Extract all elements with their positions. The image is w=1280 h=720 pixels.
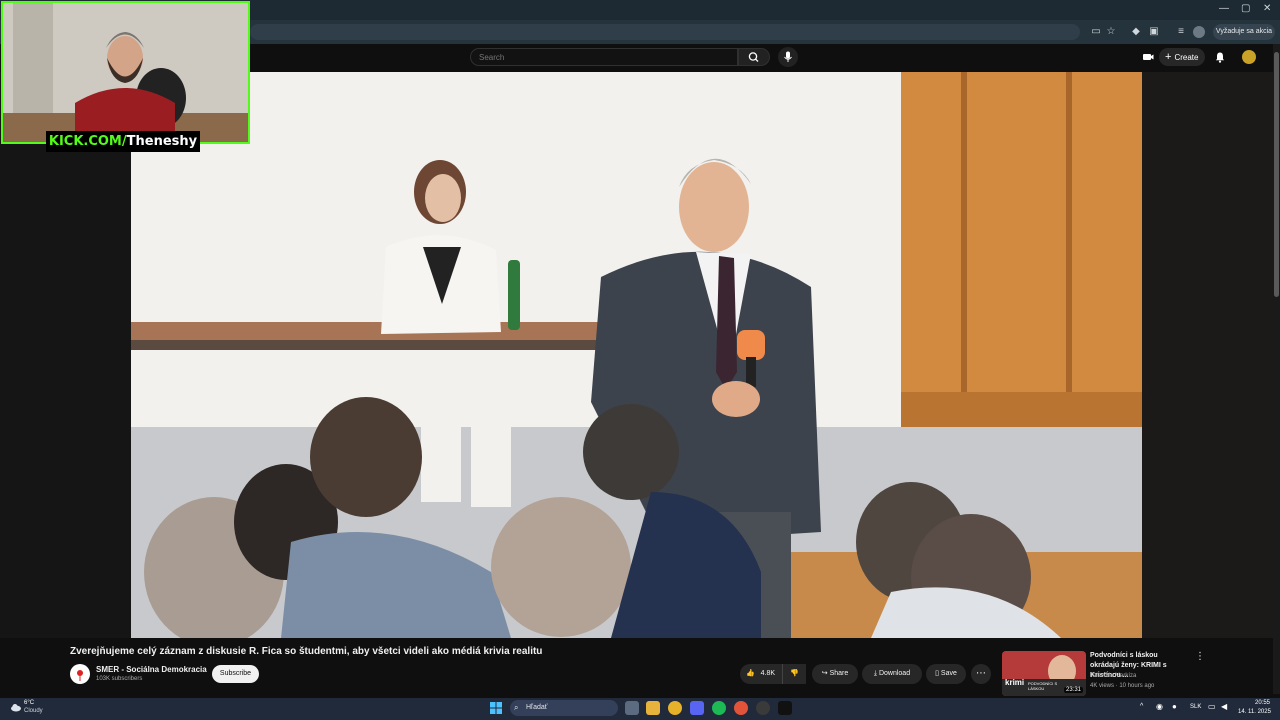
channel-name[interactable]: SMER - Sociálna Demokracia <box>96 665 207 674</box>
thumbs-down-icon: 👎 <box>790 670 799 677</box>
weather-cloud-icon[interactable] <box>10 701 22 713</box>
plus-icon: + <box>1165 51 1172 63</box>
save-icon: ▯ <box>935 670 939 677</box>
address-bar[interactable] <box>250 24 1080 40</box>
share-label: Share <box>829 670 849 677</box>
recommended-channel[interactable]: Televízia Markíza <box>1090 673 1136 679</box>
download-label: Download <box>878 670 911 677</box>
download-icon: ⤓ <box>873 670 877 677</box>
network-icon[interactable]: ▭ <box>1208 702 1216 711</box>
search-icon <box>748 52 759 62</box>
reading-list-icon[interactable]: ≡ <box>1175 26 1187 38</box>
terminal-icon[interactable] <box>778 701 792 715</box>
recommendation-menu-icon[interactable]: ⋮ <box>1195 651 1205 662</box>
notifications-bell-icon[interactable] <box>1214 51 1226 63</box>
share-button[interactable]: ↪ Share <box>812 664 858 684</box>
task-view-icon[interactable] <box>625 701 639 715</box>
webcam-overlay <box>1 1 250 144</box>
volume-icon[interactable]: ◀ <box>1221 702 1227 711</box>
windows-start-icon[interactable] <box>490 702 502 714</box>
create-button[interactable]: + Create <box>1159 48 1205 66</box>
rose-logo-icon <box>77 670 83 681</box>
microphone-icon <box>784 51 792 62</box>
clock-time[interactable]: 20:55 <box>1255 700 1270 706</box>
avatar[interactable] <box>1193 26 1205 38</box>
thumbnail-badge: PODVODNÍCI S LÁSKOU <box>1028 681 1058 691</box>
thumbnail-caption: krimi <box>1005 678 1025 687</box>
recommended-meta: 4K views · 10 hours ago <box>1090 683 1155 689</box>
taskbar-search[interactable]: ⌕ Hľadať <box>510 700 618 716</box>
profile-action-label: Vyžaduje sa akcia <box>1215 28 1273 35</box>
video-player[interactable] <box>131 72 1142 638</box>
dislike-button[interactable]: 👎 <box>782 664 806 684</box>
thumbs-up-icon: 👍 <box>746 670 755 677</box>
create-label: Create <box>1174 53 1199 62</box>
spotify-icon[interactable] <box>712 701 726 715</box>
file-explorer-icon[interactable] <box>646 701 660 715</box>
tray-mic-icon[interactable]: ● <box>1172 702 1177 711</box>
like-count: 4.8K <box>760 670 776 677</box>
search-button[interactable] <box>738 48 770 66</box>
page-background-left <box>0 72 131 638</box>
save-button[interactable]: ▯ Save <box>926 664 966 684</box>
close-icon[interactable]: ✕ <box>1263 3 1271 14</box>
video-title: Zverejňujeme celý záznam z diskusie R. F… <box>70 646 543 657</box>
voice-search-button[interactable] <box>778 47 798 67</box>
clock-date[interactable]: 14. 11. 2025 <box>1238 709 1271 715</box>
video-frame <box>131 72 1142 638</box>
search-input[interactable] <box>479 53 719 62</box>
download-button[interactable]: ⤓ Download <box>862 664 922 684</box>
profile-action-button[interactable]: Vyžaduje sa akcia <box>1213 24 1275 40</box>
app-icon[interactable] <box>734 701 748 715</box>
webcam-feed <box>3 3 248 142</box>
subscriber-count: 103K subscribers <box>96 676 143 682</box>
language-indicator[interactable]: SLK <box>1190 704 1201 710</box>
tray-chevron-icon[interactable]: ^ <box>1140 703 1143 710</box>
video-duration: 23:31 <box>1064 687 1084 693</box>
obs-icon[interactable] <box>756 701 770 715</box>
discord-icon[interactable] <box>690 701 704 715</box>
kick-username: Theneshy <box>126 134 198 149</box>
subscribe-button[interactable]: Subscribe <box>212 665 259 683</box>
weather-temperature[interactable]: 6°C <box>24 700 34 706</box>
weather-description[interactable]: Cloudy <box>24 708 43 714</box>
share-icon: ↪ <box>821 670 828 677</box>
tray-app-icon[interactable]: ◉ <box>1156 702 1163 711</box>
maximize-icon[interactable]: ▢ <box>1241 3 1250 14</box>
chrome-icon[interactable] <box>668 701 682 715</box>
taskbar-search-icon: ⌕ <box>514 703 519 712</box>
bookmark-star-icon[interactable]: ☆ <box>1105 26 1117 38</box>
channel-avatar[interactable] <box>70 664 90 684</box>
windows-taskbar <box>0 698 1280 720</box>
create-video-icon[interactable] <box>1142 51 1154 63</box>
cast-icon[interactable]: ▭ <box>1090 26 1102 38</box>
page-background-right <box>1142 72 1273 638</box>
scrollbar-thumb[interactable] <box>1274 52 1279 297</box>
taskbar-search-placeholder: Hľadať <box>526 704 548 711</box>
account-avatar[interactable] <box>1242 50 1256 64</box>
extension-icon[interactable]: ◆ <box>1130 26 1142 38</box>
save-label: Save <box>940 670 957 677</box>
puzzle-icon[interactable]: ▣ <box>1148 26 1160 38</box>
minimize-icon[interactable]: — <box>1219 3 1229 14</box>
more-actions-icon[interactable]: ⋯ <box>971 664 991 684</box>
kick-domain: KICK.COM/ <box>48 134 127 149</box>
kick-channel-label: KICK.COM/Theneshy <box>46 131 200 152</box>
search-box[interactable] <box>470 48 738 66</box>
